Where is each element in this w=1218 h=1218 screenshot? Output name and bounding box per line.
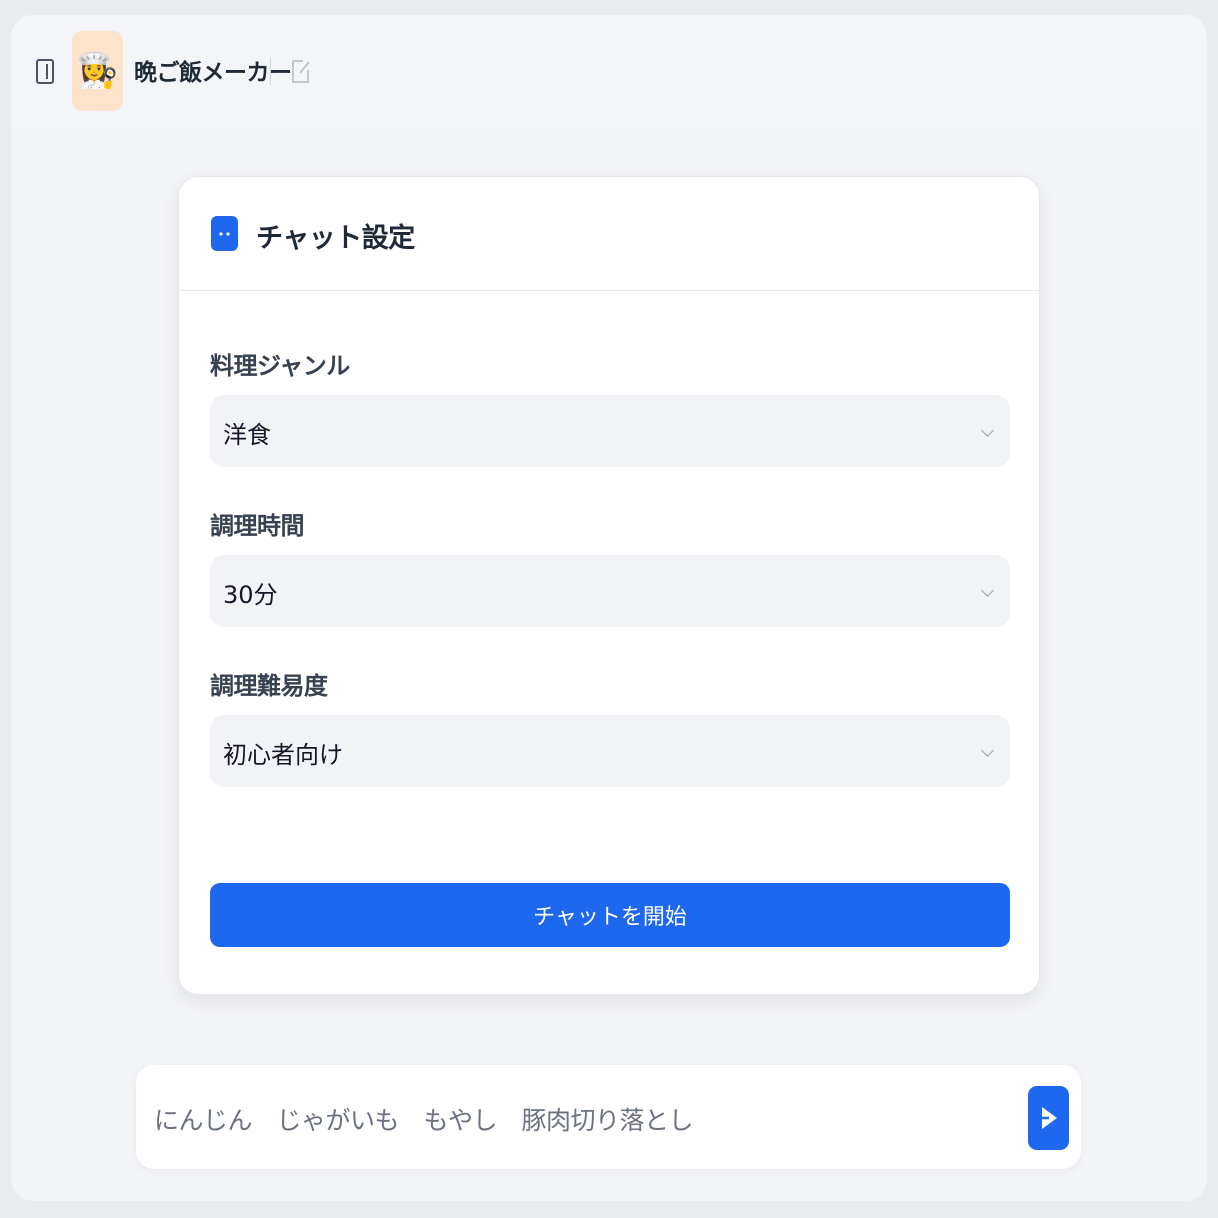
chat-settings-card: チャット設定 料理ジャンル 洋食 調理時間 30分 調理難易度 初心者向け チャ… <box>178 176 1040 995</box>
sidebar-toggle-icon[interactable] <box>36 59 54 84</box>
chat-bot-icon <box>211 216 238 251</box>
chevron-down-icon <box>981 584 994 597</box>
chef-avatar-icon: 👩‍🍳 <box>72 31 123 111</box>
app-window: 👩‍🍳 晩ご飯メーカー チャット設定 料理ジャンル 洋食 調理時間 30分 調理 <box>11 15 1207 1201</box>
send-icon <box>1039 1107 1057 1129</box>
genre-select-value: 洋食 <box>223 421 271 449</box>
difficulty-select[interactable]: 初心者向け <box>210 715 1010 787</box>
card-header: チャット設定 <box>179 177 1039 291</box>
message-input[interactable]: にんじん じゃがいも もやし 豚肉切り落とし <box>154 1101 694 1137</box>
header: 👩‍🍳 晩ご飯メーカー <box>11 15 1207 127</box>
difficulty-select-value: 初心者向け <box>223 741 343 769</box>
difficulty-label: 調理難易度 <box>210 672 328 700</box>
chevron-down-icon <box>981 424 994 437</box>
app-title: 晩ご飯メーカー <box>134 60 292 86</box>
cooking-time-select-value: 30分 <box>223 581 278 609</box>
card-title: チャット設定 <box>256 223 415 254</box>
cooking-time-select[interactable]: 30分 <box>210 555 1010 627</box>
cooking-time-label: 調理時間 <box>210 512 305 540</box>
edit-icon[interactable] <box>291 58 311 84</box>
start-chat-button[interactable]: チャットを開始 <box>210 883 1010 947</box>
send-button[interactable] <box>1028 1086 1069 1150</box>
message-composer: にんじん じゃがいも もやし 豚肉切り落とし <box>136 1065 1081 1169</box>
genre-label: 料理ジャンル <box>210 352 350 380</box>
chevron-down-icon <box>981 744 994 757</box>
genre-select[interactable]: 洋食 <box>210 395 1010 467</box>
title-divider <box>270 57 271 85</box>
